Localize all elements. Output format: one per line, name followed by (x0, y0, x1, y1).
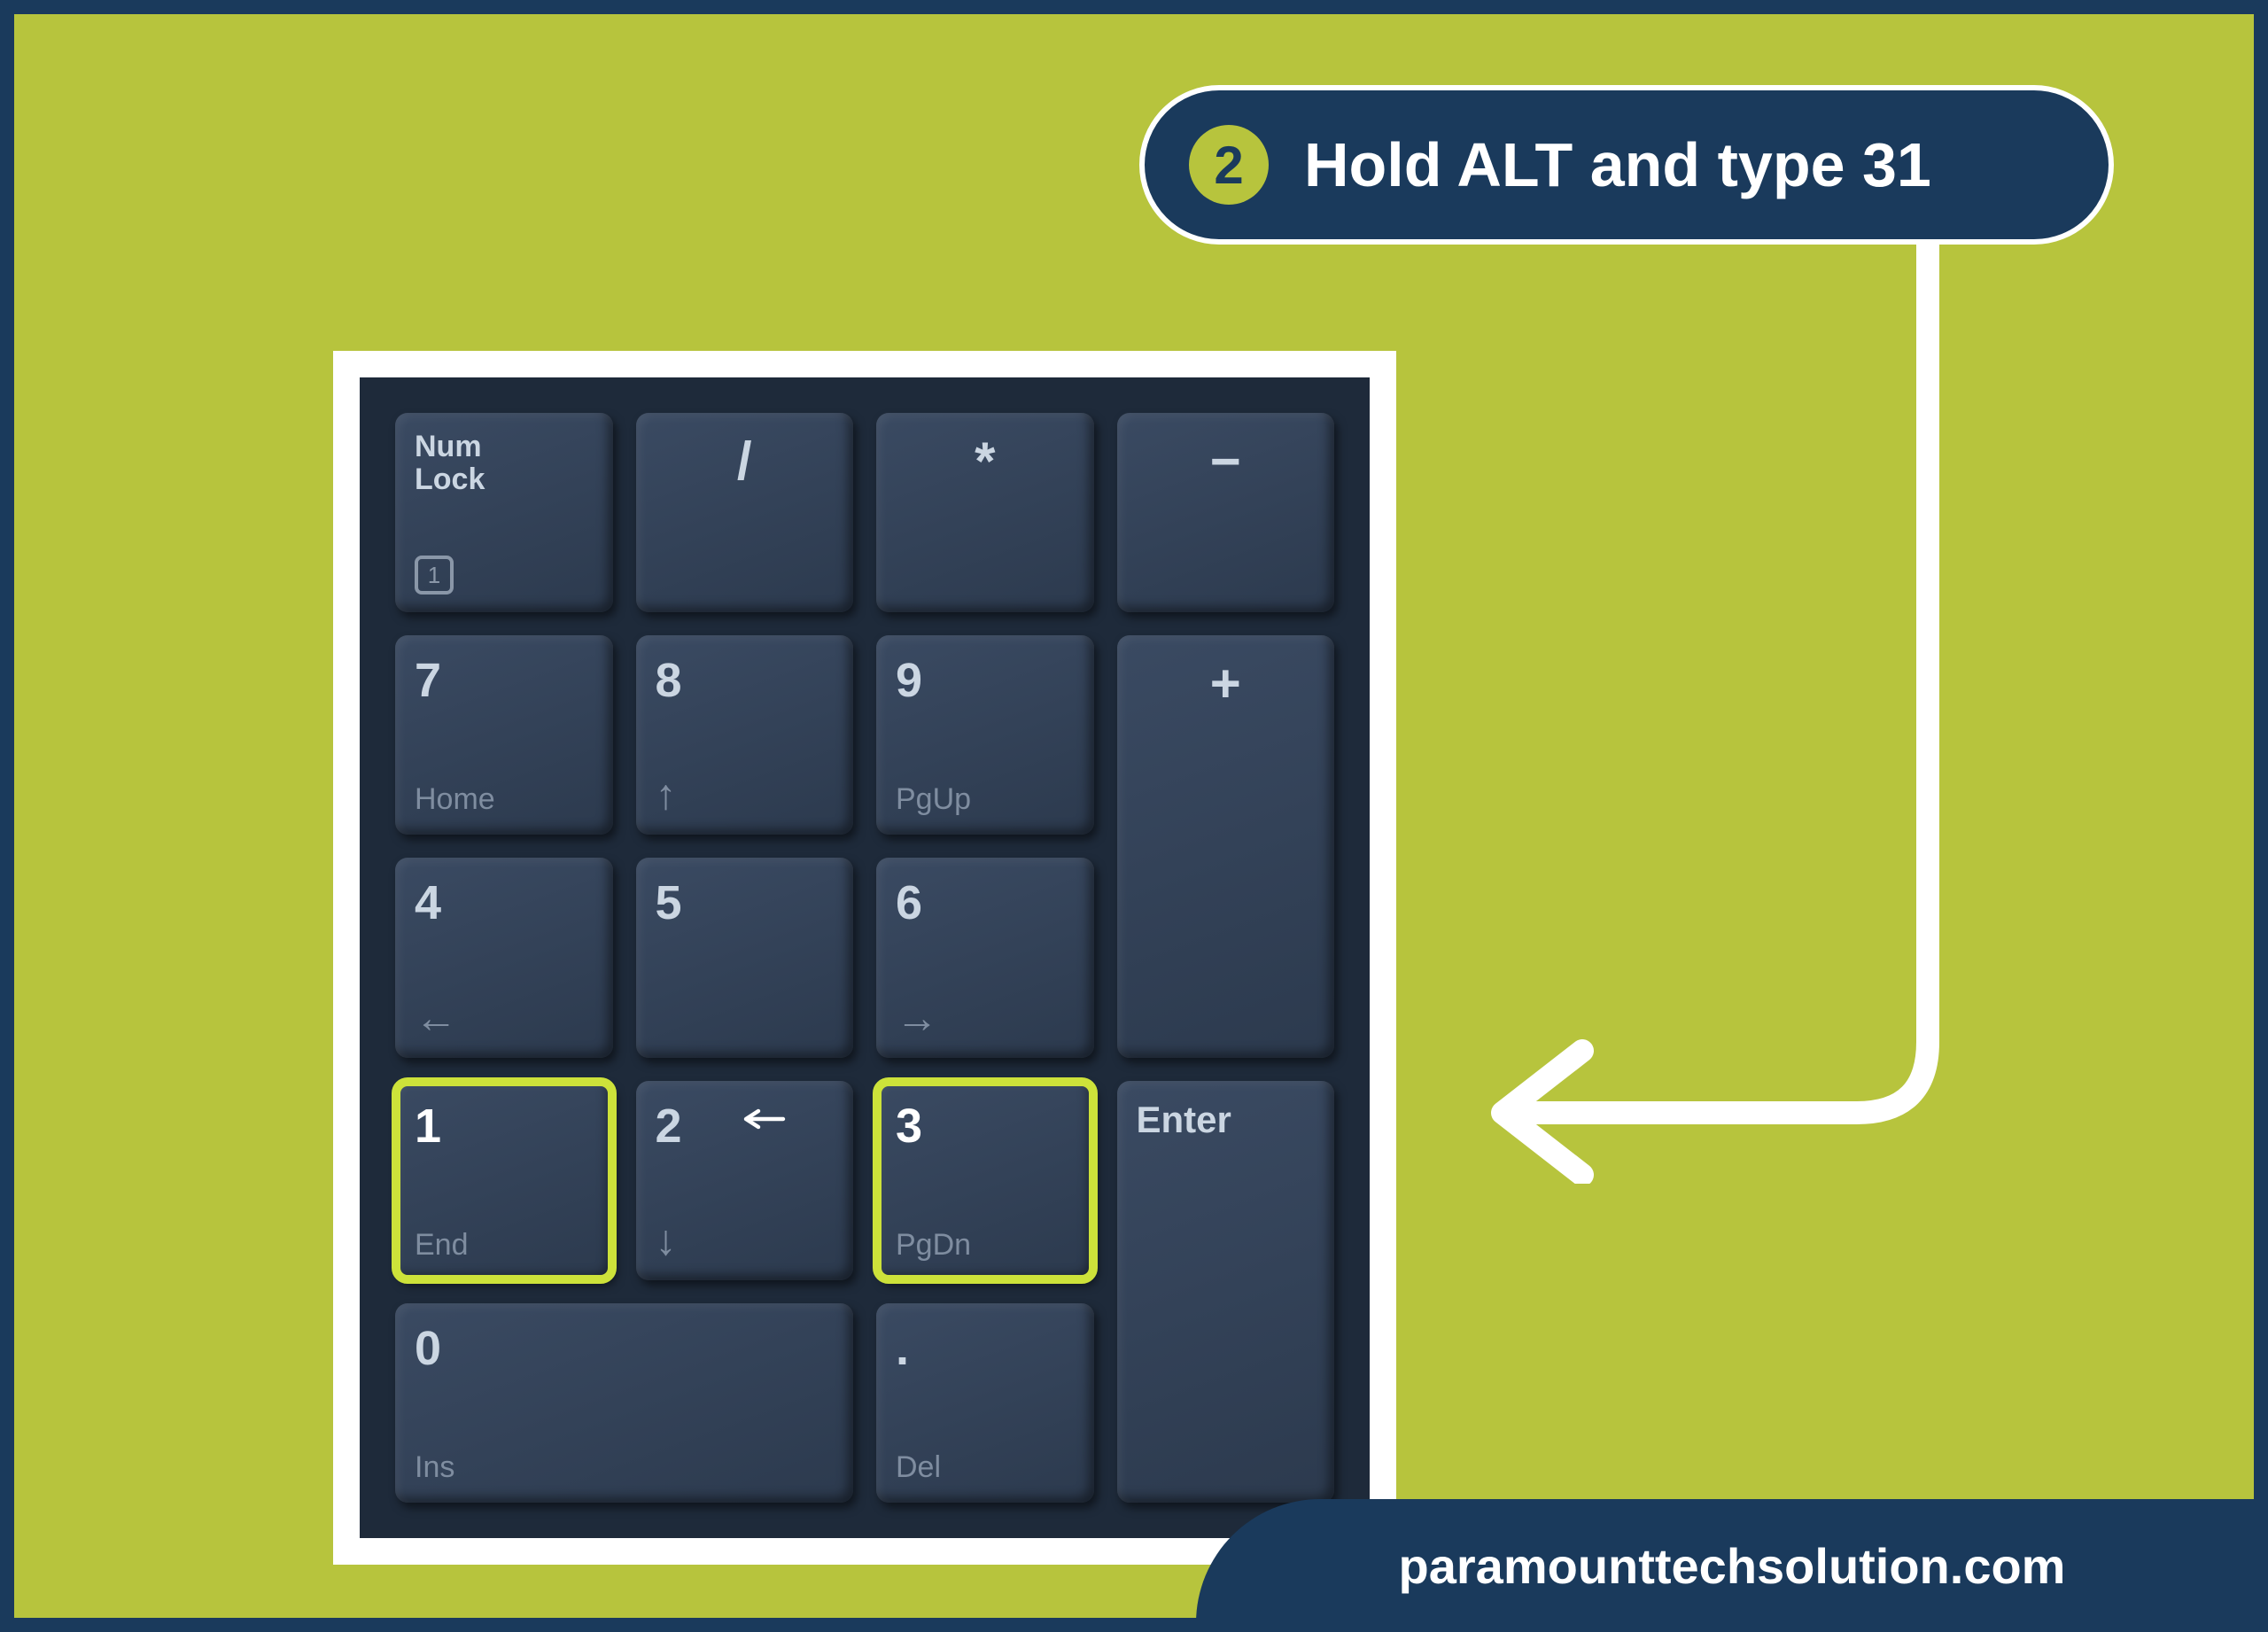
key-plus: + (1117, 635, 1335, 1057)
key-sublabel: PgUp (896, 782, 1075, 817)
key-sublabel: PgDn (896, 1228, 1075, 1263)
key-label: . (896, 1321, 1075, 1376)
key-3-highlighted: 3 PgDn (876, 1081, 1094, 1280)
footer-attribution: paramounttechsolution.com (1196, 1499, 2268, 1632)
connector-arrow (1432, 245, 1963, 1184)
step-callout: 2 Hold ALT and type 31 (1139, 85, 2114, 245)
key-1-highlighted: 1 End (395, 1081, 613, 1280)
key-label: Enter (1137, 1099, 1316, 1141)
key-enter: Enter (1117, 1081, 1335, 1503)
key-sublabel: Del (896, 1450, 1075, 1485)
key-label: * (896, 431, 1075, 492)
key-label: 7 (415, 653, 594, 708)
key-label: − (1137, 431, 1316, 492)
key-sublabel: ↑ (656, 774, 835, 817)
key-6: 6 → (876, 858, 1094, 1057)
footer-text: paramounttechsolution.com (1399, 1537, 2066, 1595)
key-sublabel: ↓ (656, 1220, 835, 1263)
key-label: 4 (415, 875, 594, 930)
key-multiply: * (876, 413, 1094, 612)
key-label: 2 (656, 1099, 835, 1154)
key-minus: − (1117, 413, 1335, 612)
key-sublabel: ← (415, 998, 594, 1040)
key-5: 5 (636, 858, 854, 1057)
key-label: / (656, 431, 835, 492)
key-label: 0 (415, 1321, 834, 1376)
key-divide: / (636, 413, 854, 612)
key-label: Num Lock (415, 431, 594, 497)
key-0: 0 Ins (395, 1303, 853, 1503)
key-label: 3 (896, 1099, 1075, 1154)
key-numlock: Num Lock 1 (395, 413, 613, 612)
key-2: 2 ↓ (636, 1081, 854, 1280)
key-sublabel: End (415, 1228, 594, 1263)
numlock-indicator-icon: 1 (415, 556, 454, 595)
step-instruction-text: Hold ALT and type 31 (1304, 129, 1931, 200)
numpad-grid: Num Lock 1 / * − 7 Home 8 ↑ 9 PgUp + 4 ← (360, 377, 1370, 1538)
key-sublabel: → (896, 998, 1075, 1040)
key-label: 8 (656, 653, 835, 708)
key-label: 1 (415, 1099, 594, 1154)
key-label: 9 (896, 653, 1075, 708)
key-sublabel: Home (415, 782, 594, 817)
key-sublabel: Ins (415, 1450, 834, 1485)
key-4: 4 ← (395, 858, 613, 1057)
key-label: 5 (656, 875, 835, 930)
key-dot: . Del (876, 1303, 1094, 1503)
key-7: 7 Home (395, 635, 613, 835)
key-9: 9 PgUp (876, 635, 1094, 835)
key-label: 6 (896, 875, 1075, 930)
step-number-badge: 2 (1189, 125, 1269, 205)
key-8: 8 ↑ (636, 635, 854, 835)
key-label: + (1137, 653, 1316, 714)
numpad-illustration: Num Lock 1 / * − 7 Home 8 ↑ 9 PgUp + 4 ← (333, 351, 1396, 1565)
